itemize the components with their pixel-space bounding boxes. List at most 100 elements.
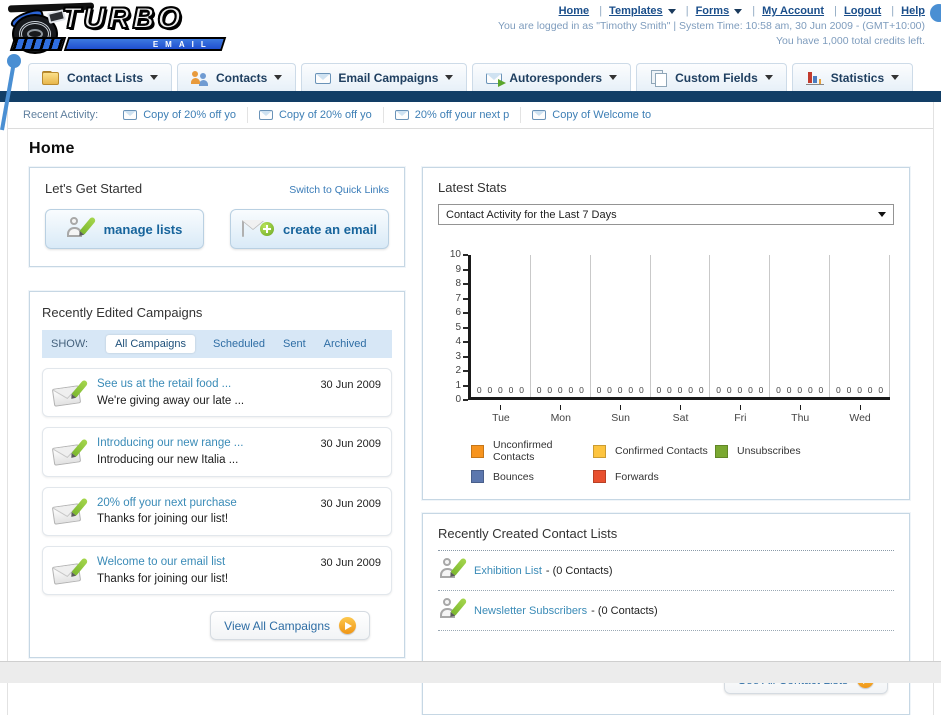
logo-email-bar: EMAIL <box>63 37 227 51</box>
Logout[interactable]: Logout <box>827 5 881 17</box>
campaign-subject: Thanks for joining our list! <box>97 513 229 526</box>
y-tick: 7 <box>455 293 468 304</box>
get-started-title: Let's Get Started <box>45 181 143 196</box>
main-content: Recent Activity: Copy of 20% off yo Copy… <box>7 102 934 715</box>
My Account[interactable]: My Account <box>745 5 824 17</box>
email-icon <box>123 110 138 120</box>
view-all-campaigns-button[interactable]: View All Campaigns <box>210 611 370 641</box>
dropdown-caret-icon <box>150 75 159 80</box>
y-tick: 8 <box>455 279 468 289</box>
campaign-date: 30 Jun 2009 <box>320 438 381 451</box>
recent-activity-link[interactable]: Copy of 20% off yo <box>143 109 236 121</box>
y-tick: 10 <box>450 250 468 260</box>
recent-activity-item[interactable]: 20% off your next p <box>382 107 521 123</box>
y-tick: 9 <box>455 264 468 275</box>
legend-swatch <box>715 444 728 458</box>
campaign-list-item[interactable]: Introducing our new range ... Introducin… <box>42 427 392 477</box>
campaign-filter[interactable]: Archived <box>324 338 367 350</box>
switch-quick-links[interactable]: Switch to Quick Links <box>289 184 389 196</box>
recent-activity-link[interactable]: 20% off your next p <box>415 109 510 121</box>
Templates[interactable]: Templates <box>592 5 676 17</box>
campaign-filter[interactable]: Sent <box>283 338 306 350</box>
logo-title: TURBO <box>61 1 184 36</box>
arrow-right-icon <box>339 617 356 635</box>
x-tick-label: Sun <box>591 405 651 424</box>
contact-list-link[interactable]: Exhibition List <box>474 565 542 577</box>
recent-activity-link[interactable]: Copy of 20% off yo <box>279 109 372 121</box>
legend-swatch <box>593 444 606 458</box>
logo-stripes-shape <box>9 37 67 51</box>
login-status-text: You are logged in as "Timothy Smith" | S… <box>498 20 925 32</box>
campaign-subject: Introducing our new Italia ... <box>97 454 239 467</box>
manage-lists-button[interactable]: manage lists <box>45 209 204 249</box>
turbo-email-logo[interactable]: TURBO EMAIL <box>7 1 238 56</box>
x-tick-label: Tue <box>471 405 531 424</box>
app-header: TURBO EMAIL Home Templates Forms My Acco… <box>0 0 941 62</box>
edit-list-icon <box>440 557 468 584</box>
recent-activity-item[interactable]: Copy of 20% off yo <box>112 107 247 123</box>
nav-tab-contacts[interactable]: Contacts <box>177 63 297 91</box>
manage-lists-icon <box>66 216 97 242</box>
annotation-dot <box>930 4 941 22</box>
edit-email-icon <box>51 556 89 585</box>
Help[interactable]: Help <box>884 5 925 17</box>
chart-day-column: 00000 <box>651 255 711 397</box>
y-tick: 5 <box>455 322 468 333</box>
x-tick-label: Sat <box>651 405 711 424</box>
email-icon <box>394 110 409 120</box>
campaign-title-link[interactable]: See us at the retail food ... <box>97 376 310 393</box>
campaign-filter[interactable]: Scheduled <box>213 338 265 350</box>
show-label: SHOW: <box>51 338 89 350</box>
campaign-title-link[interactable]: Welcome to our email list <box>97 554 310 571</box>
chart-day-column: 00000 <box>471 255 531 397</box>
create-email-icon <box>242 219 275 238</box>
y-tick: 1 <box>455 380 468 391</box>
contact-lists-title: Recently Created Contact Lists <box>438 526 618 541</box>
page-title: Home <box>29 140 75 157</box>
recent-activity-bar: Recent Activity: Copy of 20% off yo Copy… <box>8 102 933 129</box>
campaign-title-link[interactable]: Introducing our new range ... <box>97 435 310 452</box>
chart-legend: Unconfirmed Contacts Confirmed Contacts … <box>471 439 890 483</box>
contact-list-item[interactable]: Exhibition List - (0 Contacts) <box>438 551 894 591</box>
campaigns-title: Recently Edited Campaigns <box>42 305 203 320</box>
campaign-list-item[interactable]: Welcome to our email list Thanks for joi… <box>42 546 392 596</box>
campaign-date: 30 Jun 2009 <box>320 379 381 391</box>
legend-item: Forwards <box>593 470 715 483</box>
contact-list-item[interactable]: Newsletter Subscribers - (0 Contacts) <box>438 591 894 631</box>
contact-activity-chart: 10 9 8 7 6 5 4 3 2 1 0 000000000000000000000000000… <box>438 250 894 483</box>
contact-list-link[interactable]: Newsletter Subscribers <box>474 605 587 617</box>
statistics-chart-icon <box>805 70 824 85</box>
dropdown-caret-icon <box>878 212 886 217</box>
recent-activity-item[interactable]: Copy of Welcome to <box>520 107 662 123</box>
legend-item: Unconfirmed Contacts <box>471 439 593 463</box>
autoresponders-envelope-arrow-icon <box>486 73 507 87</box>
nav-tab-custom-fields[interactable]: Custom Fields <box>636 63 787 91</box>
legend-swatch <box>471 470 484 483</box>
dropdown-caret-icon <box>734 8 743 14</box>
Home[interactable]: Home <box>559 5 590 17</box>
legend-swatch <box>593 470 606 483</box>
nav-tab-contact-lists[interactable]: Contact Lists <box>28 63 173 91</box>
campaign-title-link[interactable]: 20% off your next purchase <box>97 495 310 512</box>
recent-activity-link[interactable]: Copy of Welcome to <box>552 109 651 121</box>
nav-tab-statistics[interactable]: Statistics <box>791 63 914 91</box>
x-tick-label: Mon <box>531 405 591 424</box>
recent-activity-item[interactable]: Copy of 20% off yo <box>246 107 383 123</box>
email-campaigns-envelope-icon <box>315 73 332 84</box>
edit-email-icon <box>51 438 89 466</box>
edit-email-icon <box>51 378 89 407</box>
campaign-list-item[interactable]: 20% off your next purchase Thanks for jo… <box>42 486 392 537</box>
stats-period-dropdown[interactable]: Contact Activity for the Last 7 Days <box>438 204 894 225</box>
nav-tab-email-campaigns[interactable]: Email Campaigns <box>301 63 468 91</box>
chart-day-column: 00000 <box>531 255 591 397</box>
contact-lists-folder-icon <box>42 70 60 85</box>
custom-fields-pages-icon <box>650 70 668 87</box>
campaign-filter[interactable]: All Campaigns <box>106 335 195 353</box>
nav-tab-autoresponders[interactable]: Autoresponders <box>472 63 632 91</box>
contact-count: - (0 Contacts) <box>545 564 613 577</box>
campaign-list-item[interactable]: See us at the retail food ... We're givi… <box>42 368 392 418</box>
chart-x-axis: Tue Mon Sun Sat Fri Thu Wed <box>471 405 890 424</box>
create-email-button[interactable]: create an email <box>230 209 389 249</box>
Forms[interactable]: Forms <box>679 5 743 17</box>
recent-activity-label: Recent Activity: <box>23 109 99 121</box>
